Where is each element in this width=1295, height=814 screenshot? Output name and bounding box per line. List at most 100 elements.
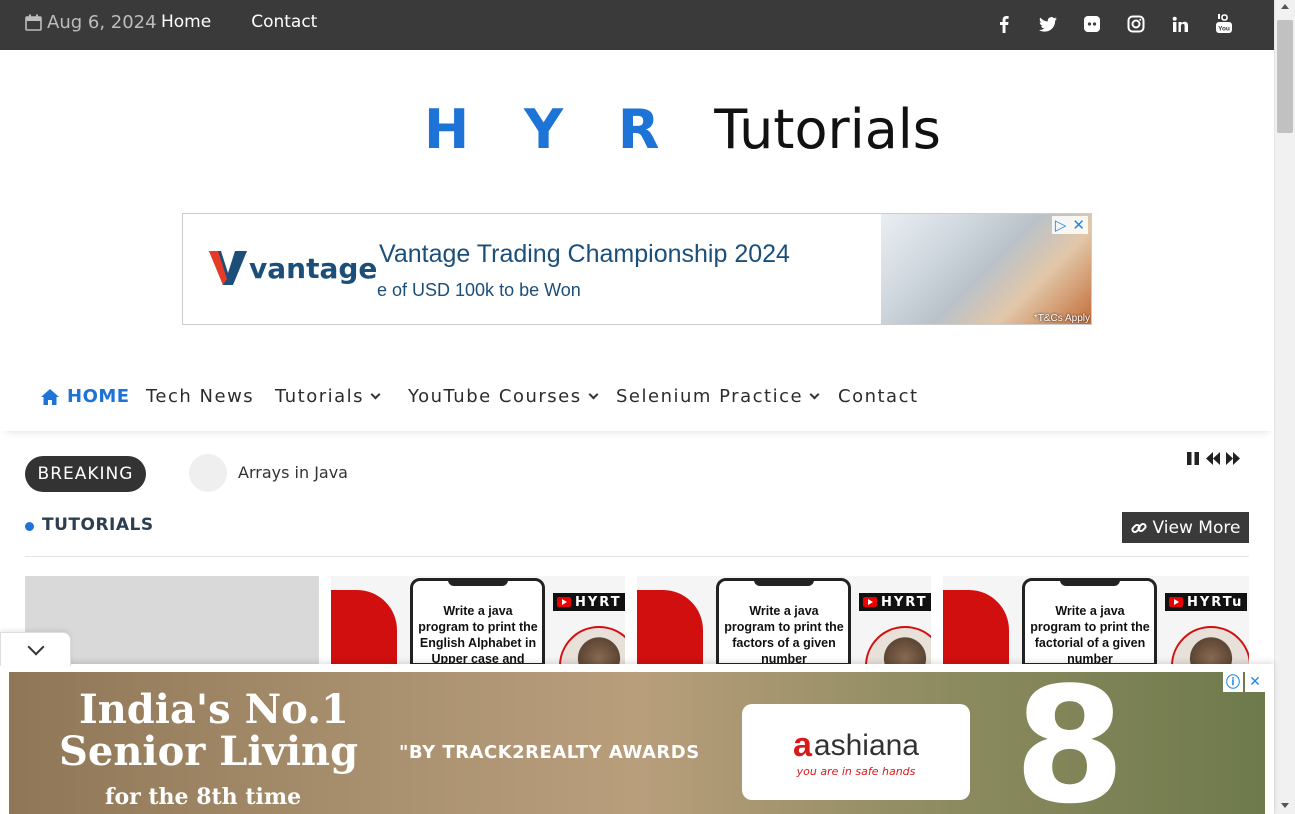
vantage-logo: vantage — [209, 251, 377, 285]
nav-tutorials[interactable]: Tutorials — [275, 386, 381, 407]
date-display: Aug 6, 2024 — [25, 12, 157, 33]
date-text: Aug 6, 2024 — [47, 12, 157, 33]
chevron-down-icon — [370, 389, 381, 400]
tutorial-card[interactable]: Write a java program to print the factor… — [637, 576, 931, 666]
ad-controls: ⓘ ✕ — [1223, 672, 1265, 692]
view-more-label: View More — [1152, 517, 1241, 538]
instagram-icon[interactable] — [1126, 14, 1146, 34]
channel-name: HYRT — [575, 594, 622, 610]
top-nav-home[interactable]: Home — [161, 12, 211, 32]
ashiana-logo: a ashiana you are in safe hands — [742, 704, 970, 800]
adchoices-icon[interactable]: ▷ — [1055, 216, 1067, 234]
ad-controls: ▷ ✕ — [1051, 216, 1088, 234]
discord-icon[interactable] — [1082, 14, 1102, 34]
nav-youtube-courses[interactable]: YouTube Courses — [408, 386, 599, 407]
bottom-advertisement[interactable]: India's No.1 Senior Living for the 8th t… — [9, 672, 1265, 814]
card-phone-graphic: Write a java program to print the factor… — [1022, 578, 1157, 666]
home-icon — [41, 388, 59, 405]
channel-badge: HYRT — [859, 593, 931, 611]
tutorial-card[interactable]: Write a java program to print the factor… — [943, 576, 1249, 666]
nav-contact[interactable]: Contact — [838, 386, 919, 407]
linkedin-icon[interactable] — [1170, 14, 1190, 34]
nav-selenium-practice[interactable]: Selenium Practice — [616, 386, 820, 407]
youtube-play-icon — [863, 597, 877, 607]
presenter-avatar — [865, 626, 931, 666]
page-scrollbar[interactable] — [1274, 0, 1295, 814]
tutorial-card[interactable]: Write a java program to print the Englis… — [331, 576, 625, 666]
channel-name: HYRTu — [1187, 594, 1244, 610]
chevron-down-icon — [588, 389, 599, 400]
main-nav: HOME Tech News Tutorials YouTube Courses… — [0, 366, 1274, 431]
vantage-wordmark: vantage — [249, 251, 378, 285]
ad-collapse-toggle[interactable] — [0, 632, 71, 666]
vantage-v-icon — [209, 251, 247, 285]
nav-contact-label: Contact — [838, 386, 919, 407]
site-logo[interactable]: H Y R Tutorials — [424, 100, 941, 160]
phone-notch — [754, 578, 814, 586]
channel-badge: HYRT — [553, 593, 625, 611]
nav-home[interactable]: HOME — [41, 386, 130, 407]
view-more-button[interactable]: View More — [1122, 512, 1249, 543]
ad-big-number: 8 — [1014, 672, 1126, 814]
ashiana-mark-icon: a — [792, 726, 812, 764]
chevron-down-icon — [809, 389, 820, 400]
card-phone-graphic: Write a java program to print the Englis… — [410, 578, 545, 666]
ad-line-1: India's No.1 — [79, 686, 349, 733]
youtube-play-icon — [557, 597, 571, 607]
section-divider — [25, 556, 1249, 557]
facebook-icon[interactable] — [994, 14, 1014, 34]
link-icon — [1130, 522, 1147, 533]
ashiana-name: ashiana — [813, 728, 919, 762]
section-dot — [25, 522, 34, 531]
nav-youtube-courses-label: YouTube Courses — [408, 386, 582, 407]
breaking-headline[interactable]: Arrays in Java — [238, 463, 348, 482]
top-nav-contact[interactable]: Contact — [251, 12, 317, 32]
close-icon[interactable]: ✕ — [1072, 216, 1085, 234]
card-title: Write a java program to print the factor… — [1030, 604, 1150, 666]
section-title: TUTORIALS — [42, 515, 154, 535]
logo-tutorials: Tutorials — [714, 98, 941, 161]
ad-line-2: Senior Living — [59, 728, 359, 775]
card-title: Write a java program to print the Englis… — [418, 604, 538, 666]
pause-icon[interactable] — [1185, 450, 1201, 466]
youtube-play-icon — [1169, 597, 1183, 607]
breaking-thumbnail[interactable] — [189, 454, 227, 492]
top-nav: Home Contact — [161, 12, 317, 32]
ad-award-text: "BY TRACK2REALTY AWARDS — [399, 742, 700, 763]
calendar-icon — [25, 14, 42, 31]
phone-notch — [1060, 578, 1120, 586]
social-links: You — [994, 14, 1234, 34]
forward-icon[interactable] — [1225, 450, 1241, 466]
scrollbar-thumb[interactable] — [1277, 20, 1293, 133]
phone-notch — [448, 578, 508, 586]
card-red-shape — [637, 590, 703, 666]
ashiana-wordmark: a ashiana — [793, 726, 919, 765]
nav-tech-news-label: Tech News — [146, 386, 255, 407]
presenter-avatar — [1171, 626, 1249, 666]
ad-headline: Vantage Trading Championship 2024 — [379, 240, 790, 268]
nav-home-label: HOME — [67, 386, 130, 407]
twitter-icon[interactable] — [1038, 14, 1058, 34]
scroll-down-icon[interactable] — [1281, 803, 1289, 808]
bottom-ad-container: India's No.1 Senior Living for the 8th t… — [0, 664, 1274, 814]
logo-hyr: H Y R — [424, 98, 715, 161]
info-icon[interactable]: ⓘ — [1223, 672, 1243, 692]
channel-badge: HYRTu — [1165, 593, 1248, 611]
ad-subline: e of USD 100k to be Won — [377, 280, 581, 300]
svg-text:You: You — [1218, 26, 1230, 33]
ad-terms: *T&Cs Apply — [1033, 313, 1090, 324]
breaking-badge: BREAKING — [25, 456, 146, 492]
channel-name: HYRT — [881, 594, 928, 610]
youtube-icon[interactable]: You — [1214, 14, 1234, 34]
backward-icon[interactable] — [1205, 450, 1221, 466]
ad-line-3: for the 8th time — [105, 784, 302, 810]
scroll-up-icon[interactable] — [1281, 4, 1289, 9]
top-advertisement[interactable]: vantage Vantage Trading Championship 202… — [182, 213, 1092, 325]
close-icon[interactable]: ✕ — [1245, 672, 1265, 692]
card-red-shape — [331, 590, 397, 666]
nav-selenium-practice-label: Selenium Practice — [616, 386, 804, 407]
top-bar: Aug 6, 2024 Home Contact You — [0, 0, 1274, 50]
nav-tech-news[interactable]: Tech News — [146, 386, 254, 407]
nav-tutorials-label: Tutorials — [275, 386, 365, 407]
card-phone-graphic: Write a java program to print the factor… — [716, 578, 851, 666]
